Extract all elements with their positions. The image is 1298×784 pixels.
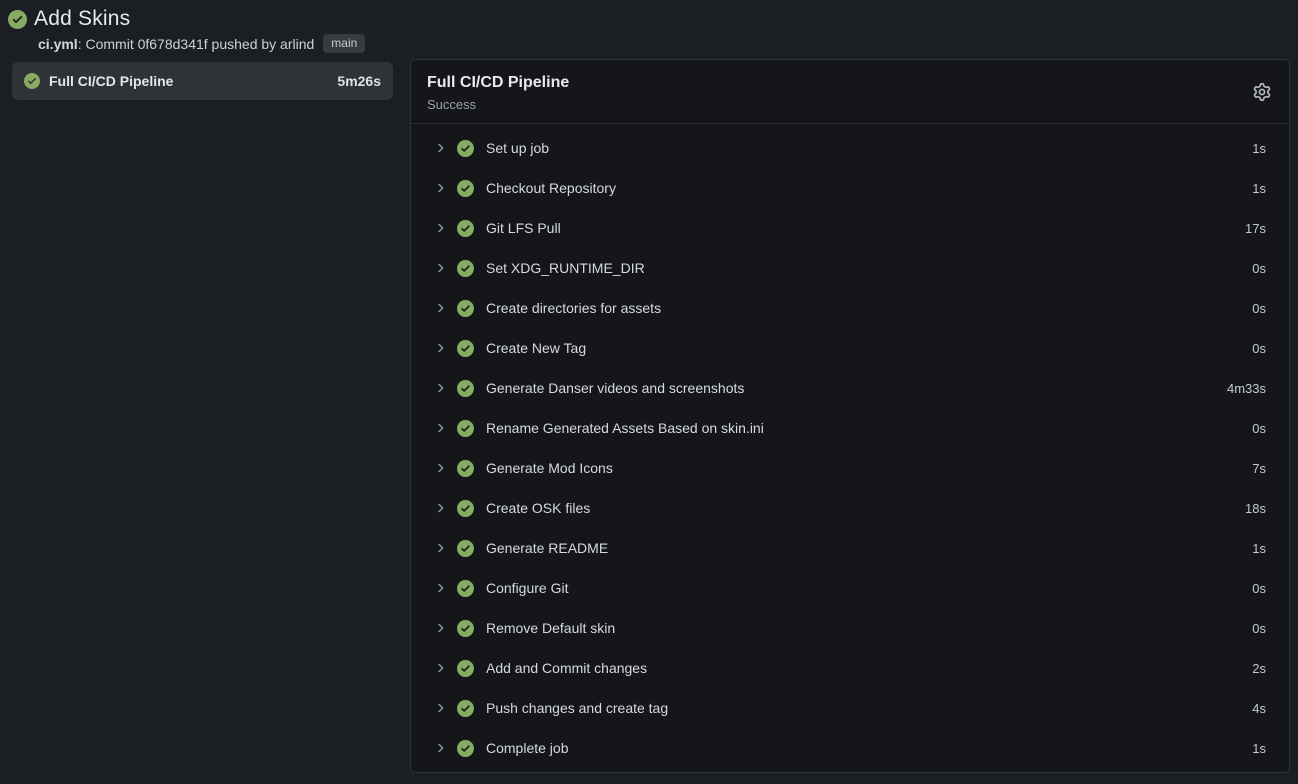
run-header: Add Skins ci.yml: Commit 0f678d341f push… — [0, 0, 1298, 51]
chevron-right-icon[interactable] — [433, 261, 447, 275]
step-name: Create directories for assets — [486, 300, 661, 316]
step-name: Set XDG_RUNTIME_DIR — [486, 260, 645, 276]
step-list: Set up job 1s Checkout Repository 1s G — [411, 124, 1289, 772]
step-success-icon — [457, 140, 474, 157]
step-duration: 0s — [1252, 341, 1266, 356]
step-success-icon — [457, 420, 474, 437]
chevron-right-icon[interactable] — [433, 181, 447, 195]
panel-title: Full CI/CD Pipeline — [427, 72, 1273, 94]
step-success-icon — [457, 460, 474, 477]
step-success-icon — [457, 500, 474, 517]
panel-status: Success — [427, 96, 1273, 114]
step-row[interactable]: Add and Commit changes 2s — [411, 648, 1289, 688]
step-row[interactable]: Create New Tag 0s — [411, 328, 1289, 368]
step-name: Rename Generated Assets Based on skin.in… — [486, 420, 764, 436]
step-duration: 1s — [1252, 541, 1266, 556]
step-duration: 0s — [1252, 261, 1266, 276]
step-success-icon — [457, 660, 474, 677]
step-name: Checkout Repository — [486, 180, 616, 196]
step-name: Push changes and create tag — [486, 700, 668, 716]
run-info: : Commit 0f678d341f pushed by arlind — [78, 36, 315, 52]
job-item-full-pipeline[interactable]: Full CI/CD Pipeline 5m26s — [12, 62, 393, 100]
step-name: Create New Tag — [486, 340, 586, 356]
jobs-sidebar: Full CI/CD Pipeline 5m26s — [0, 51, 410, 100]
step-success-icon — [457, 620, 474, 637]
step-duration: 1s — [1252, 181, 1266, 196]
step-name: Add and Commit changes — [486, 660, 647, 676]
panel-header: Full CI/CD Pipeline Success — [411, 60, 1289, 124]
step-success-icon — [457, 700, 474, 717]
step-row[interactable]: Push changes and create tag 4s — [411, 688, 1289, 728]
chevron-right-icon[interactable] — [433, 541, 447, 555]
step-row[interactable]: Checkout Repository 1s — [411, 168, 1289, 208]
step-name: Remove Default skin — [486, 620, 615, 636]
step-duration: 4s — [1252, 701, 1266, 716]
gear-icon[interactable] — [1253, 83, 1271, 101]
step-success-icon — [457, 540, 474, 557]
step-duration: 7s — [1252, 461, 1266, 476]
step-row[interactable]: Generate Danser videos and screenshots 4… — [411, 368, 1289, 408]
step-name: Configure Git — [486, 580, 568, 596]
chevron-right-icon[interactable] — [433, 501, 447, 515]
step-duration: 17s — [1245, 221, 1266, 236]
chevron-right-icon[interactable] — [433, 661, 447, 675]
content: Full CI/CD Pipeline 5m26s Full CI/CD Pip… — [0, 51, 1298, 773]
chevron-right-icon[interactable] — [433, 421, 447, 435]
chevron-right-icon[interactable] — [433, 701, 447, 715]
chevron-right-icon[interactable] — [433, 341, 447, 355]
success-check-icon — [8, 10, 27, 29]
step-row[interactable]: Create directories for assets 0s — [411, 288, 1289, 328]
step-duration: 1s — [1252, 141, 1266, 156]
chevron-right-icon[interactable] — [433, 621, 447, 635]
step-success-icon — [457, 180, 474, 197]
step-row[interactable]: Create OSK files 18s — [411, 488, 1289, 528]
step-name: Complete job — [486, 740, 569, 756]
step-row[interactable]: Generate README 1s — [411, 528, 1289, 568]
job-duration: 5m26s — [337, 73, 381, 89]
step-row[interactable]: Set up job 1s — [411, 128, 1289, 168]
step-success-icon — [457, 220, 474, 237]
job-label: Full CI/CD Pipeline — [49, 73, 173, 89]
step-row[interactable]: Rename Generated Assets Based on skin.in… — [411, 408, 1289, 448]
chevron-right-icon[interactable] — [433, 581, 447, 595]
step-success-icon — [457, 340, 474, 357]
step-duration: 4m33s — [1227, 381, 1266, 396]
workflow-file: ci.yml — [38, 36, 78, 52]
step-row[interactable]: Complete job 1s — [411, 728, 1289, 768]
chevron-right-icon[interactable] — [433, 461, 447, 475]
step-name: Create OSK files — [486, 500, 590, 516]
step-name: Generate README — [486, 540, 608, 556]
step-row[interactable]: Remove Default skin 0s — [411, 608, 1289, 648]
step-success-icon — [457, 300, 474, 317]
step-success-icon — [457, 380, 474, 397]
step-success-icon — [457, 580, 474, 597]
chevron-right-icon[interactable] — [433, 301, 447, 315]
step-row[interactable]: Git LFS Pull 17s — [411, 208, 1289, 248]
step-name: Git LFS Pull — [486, 220, 561, 236]
chevron-right-icon[interactable] — [433, 381, 447, 395]
step-duration: 2s — [1252, 661, 1266, 676]
step-name: Set up job — [486, 140, 549, 156]
chevron-right-icon[interactable] — [433, 141, 447, 155]
step-success-icon — [457, 740, 474, 757]
job-success-icon — [24, 73, 40, 89]
step-duration: 0s — [1252, 581, 1266, 596]
step-duration: 0s — [1252, 421, 1266, 436]
step-duration: 18s — [1245, 501, 1266, 516]
step-duration: 0s — [1252, 301, 1266, 316]
step-name: Generate Danser videos and screenshots — [486, 380, 744, 396]
chevron-right-icon[interactable] — [433, 741, 447, 755]
step-duration: 1s — [1252, 741, 1266, 756]
step-name: Generate Mod Icons — [486, 460, 613, 476]
chevron-right-icon[interactable] — [433, 221, 447, 235]
step-row[interactable]: Set XDG_RUNTIME_DIR 0s — [411, 248, 1289, 288]
step-duration: 0s — [1252, 621, 1266, 636]
run-title: Add Skins — [34, 7, 130, 31]
run-panel: Full CI/CD Pipeline Success Set up job 1… — [410, 59, 1290, 773]
step-row[interactable]: Configure Git 0s — [411, 568, 1289, 608]
step-row[interactable]: Generate Mod Icons 7s — [411, 448, 1289, 488]
step-success-icon — [457, 260, 474, 277]
